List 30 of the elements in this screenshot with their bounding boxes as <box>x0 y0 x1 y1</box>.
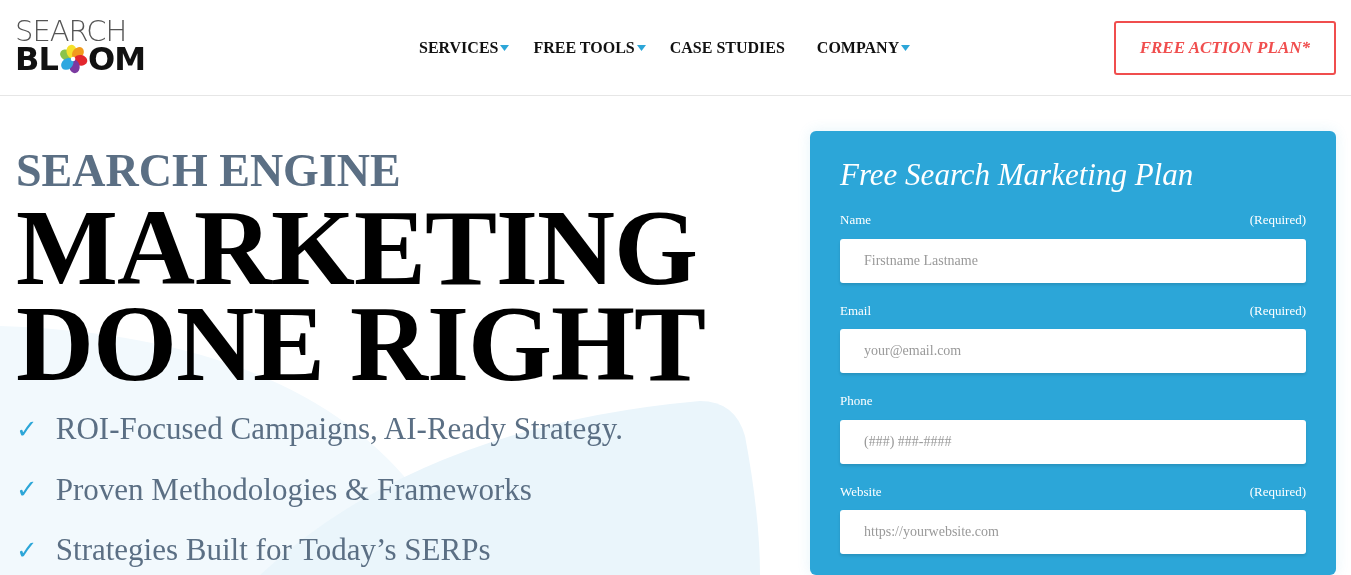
field-label: Website <box>840 482 882 501</box>
check-icon: ✓ <box>16 530 38 570</box>
input-field[interactable]: your@email.com <box>840 329 1306 373</box>
field-label: Phone <box>840 392 873 410</box>
input-field[interactable]: Firstname Lastname <box>840 238 1306 283</box>
nav-link[interactable]: COMPANY <box>816 35 900 60</box>
logo-wordmark: BL <box>15 43 58 75</box>
hero-headline: DONE RIGHT <box>16 296 707 392</box>
nav-link[interactable]: CASE STUDIES <box>669 35 785 60</box>
logo-wordmark: SEARCH <box>15 17 127 46</box>
nav-link[interactable]: SERVICES <box>419 35 499 60</box>
required-note: (Required) <box>1249 301 1306 320</box>
required-note: (Required) <box>1249 482 1306 501</box>
hero-eyebrow: SEARCH ENGINE <box>16 148 402 194</box>
input-field[interactable]: https://yourwebsite.com <box>840 510 1306 554</box>
benefit-text: ROI-Focused Campaigns, AI-Ready Strategy. <box>55 410 623 448</box>
nav-link[interactable]: FREE TOOLS <box>533 35 635 60</box>
free-action-plan-button[interactable]: FREE ACTION PLAN* <box>1113 20 1336 75</box>
required-note: (Required) <box>1249 211 1306 229</box>
hero-headline: MARKETING <box>16 200 699 296</box>
field-label: Email <box>840 301 872 320</box>
logo-wordmark: OM <box>87 43 145 75</box>
benefit-text: Proven Methodologies & Frameworks <box>55 470 532 509</box>
check-icon: ✓ <box>16 409 38 449</box>
input-field[interactable]: (###) ###-#### <box>840 419 1306 464</box>
field-label: Name <box>840 211 872 229</box>
benefit-text: Strategies Built for Today’s SERPs <box>55 531 491 569</box>
flower-logo-icon <box>57 42 88 76</box>
form-title: Free Search Marketing Plan <box>840 159 1195 190</box>
check-icon: ✓ <box>16 470 38 510</box>
